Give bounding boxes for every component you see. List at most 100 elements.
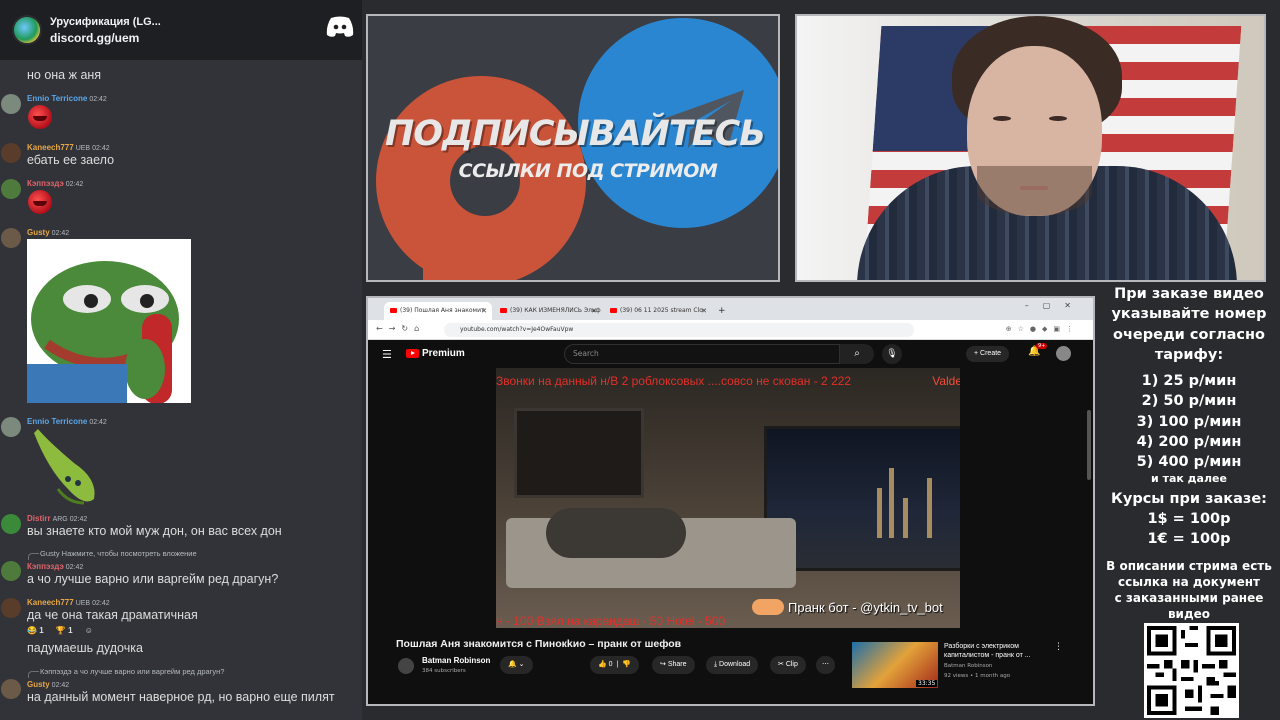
avatar[interactable] [1, 679, 21, 699]
recommended-title[interactable]: Разборки с электриком капиталистом - пра… [944, 642, 1044, 660]
youtube-logo-icon[interactable] [406, 349, 419, 358]
ticker-right: Valder [932, 374, 960, 388]
recommended-channel[interactable]: Batman Robinson [944, 663, 992, 669]
mouth [1020, 186, 1048, 190]
reply-preview[interactable]: Кэппэздэ а чо лучше варно или варгейм ре… [27, 667, 224, 678]
avatar[interactable] [1056, 346, 1071, 361]
clip-label: Clip [785, 661, 798, 668]
person-beard [977, 166, 1092, 216]
pepe-image[interactable] [27, 239, 191, 403]
reaction[interactable]: 🏆 1 [56, 626, 73, 635]
window-controls[interactable]: –▢✕ [1025, 301, 1085, 310]
youtube-favicon [390, 308, 397, 313]
channel-name[interactable]: Batman Robinson [422, 656, 490, 665]
reaction[interactable]: 😂 1 [27, 626, 44, 635]
scrollbar[interactable] [1087, 410, 1091, 480]
tab-label: (39) Пошлая Аня знакомит [400, 307, 485, 314]
add-reaction-icon[interactable]: ☺ [85, 626, 93, 635]
username-text: Кэппэздэ [27, 179, 64, 188]
wall-painting [514, 408, 644, 498]
message-text: ебать ее заело [27, 153, 115, 167]
reactions[interactable]: 😂 1 🏆 1 ☺ [27, 626, 103, 635]
avatar[interactable] [1, 598, 21, 618]
rate-line: 4) 200 р/мин [1136, 434, 1242, 451]
avatar[interactable] [1, 179, 21, 199]
browser-tab[interactable]: (39) КАК ИЗМЕНЯЛИСЬ Эльф ✕ [494, 302, 602, 320]
discord-chat-overlay: Урусификация (LG... discord.gg/uem но он… [0, 0, 362, 720]
message-time: 02:42 [92, 600, 110, 607]
tab-label: (39) 06 11 2025 stream Clo [620, 307, 703, 314]
channel-avatar[interactable] [398, 658, 414, 674]
avatar[interactable] [1, 417, 21, 437]
eye [1049, 116, 1067, 121]
close-tab-icon[interactable]: ✕ [591, 302, 597, 320]
search-icon[interactable]: ⌕ [840, 344, 874, 364]
close-tab-icon[interactable]: ✕ [481, 302, 487, 320]
message-text: да че она такая драматичная [27, 608, 198, 622]
create-button[interactable]: + Create [966, 346, 1010, 362]
username[interactable]: Ennio Terricone 02:42 [27, 94, 107, 103]
youtube-brand[interactable]: Premium [422, 348, 465, 359]
character [546, 508, 686, 558]
webcam-feed [795, 14, 1266, 282]
youtube-favicon [500, 308, 507, 313]
subscriber-count: 384 subscribers [422, 668, 466, 674]
invite-link[interactable]: discord.gg/uem [50, 31, 161, 45]
message-time: 02:42 [65, 181, 84, 188]
download-button[interactable]: ⤓ Download [706, 656, 759, 674]
browser-tab[interactable]: (39) Пошлая Аня знакомит ✕ [384, 302, 492, 320]
more-options-icon[interactable]: ⋮ [1054, 642, 1063, 652]
recommended-meta: 92 views • 1 month ago [944, 673, 1011, 679]
discord-invite-banner[interactable]: Урусификация (LG... discord.gg/uem [0, 0, 362, 60]
username[interactable]: Distirr ARG 02:42 [27, 514, 87, 523]
clip-button[interactable]: ✂ Clip [770, 656, 806, 674]
avatar[interactable] [1, 228, 21, 248]
username[interactable]: Gusty 02:42 [27, 228, 69, 237]
pointing-hand-icon [752, 599, 784, 615]
notification-badge: 9+ [1036, 343, 1048, 349]
user-tag: ARG [52, 516, 68, 523]
search-input[interactable]: Search [564, 344, 840, 364]
avatar[interactable] [1, 94, 21, 114]
new-tab-icon[interactable]: + [718, 302, 726, 320]
red-logo-stem [423, 176, 451, 280]
avatar[interactable] [1, 143, 21, 163]
username-text: Ennio Terricone [27, 417, 88, 426]
username[interactable]: Kaneech777 UEB 02:42 [27, 598, 110, 607]
user-tag: UEB [75, 600, 91, 607]
download-label: Download [719, 661, 751, 668]
message-text: вы знаете кто мой муж дон, он вас всех д… [27, 524, 282, 538]
subscribe-bell-button[interactable]: 🔔 ⌄ [500, 656, 533, 674]
menu-icon[interactable]: ☰ [382, 348, 392, 361]
username-text: Gusty [27, 680, 50, 689]
close-tab-icon[interactable]: ✕ [701, 302, 707, 320]
username[interactable]: Kaneech777 UEB 02:42 [27, 143, 110, 152]
rate-line: 3) 100 р/мин [1136, 413, 1242, 430]
reply-preview[interactable]: Gusty Нажмите, чтобы посмотреть вложение [28, 549, 197, 560]
message-time: 02:42 [69, 516, 88, 523]
mic-icon[interactable]: 🎙 [882, 344, 902, 364]
more-actions-button[interactable]: ⋯ [816, 656, 835, 674]
video-player[interactable]: Звонки на данный н/В 2 роблоксовых ....с… [496, 368, 960, 628]
avatar[interactable] [1, 561, 21, 581]
reaction-count: 1 [39, 626, 44, 635]
like-button[interactable]: 👍 0 | 👎 [590, 656, 639, 674]
emoji-sticker [28, 190, 52, 214]
etc-line: и так далее [1151, 471, 1227, 485]
extension-icons[interactable]: ⊕☆●◆▣⋮ [1006, 325, 1079, 333]
username[interactable]: Кэппэздэ 02:42 [27, 562, 83, 571]
username[interactable]: Ennio Terricone 02:42 [27, 417, 107, 426]
info-line: тарифу: [1154, 346, 1224, 363]
browser-tab[interactable]: (39) 06 11 2025 stream Clo ✕ [604, 302, 712, 320]
message-text: на данный момент наверное рд, но варно е… [27, 690, 335, 704]
url-input[interactable]: youtube.com/watch?v=Je4OwFauVpw [444, 323, 914, 337]
username[interactable]: Кэппэздэ 02:42 [27, 179, 83, 188]
user-tag: UEB [75, 145, 91, 152]
avatar[interactable] [1, 514, 21, 534]
rate-line: 5) 400 р/мин [1136, 454, 1242, 471]
youtube-favicon [610, 308, 617, 313]
share-button[interactable]: ↪ Share [652, 656, 695, 674]
message-time: 02:42 [51, 682, 70, 689]
username[interactable]: Gusty 02:42 [27, 680, 69, 689]
nav-buttons[interactable]: ←→↻⌂ [376, 324, 425, 333]
